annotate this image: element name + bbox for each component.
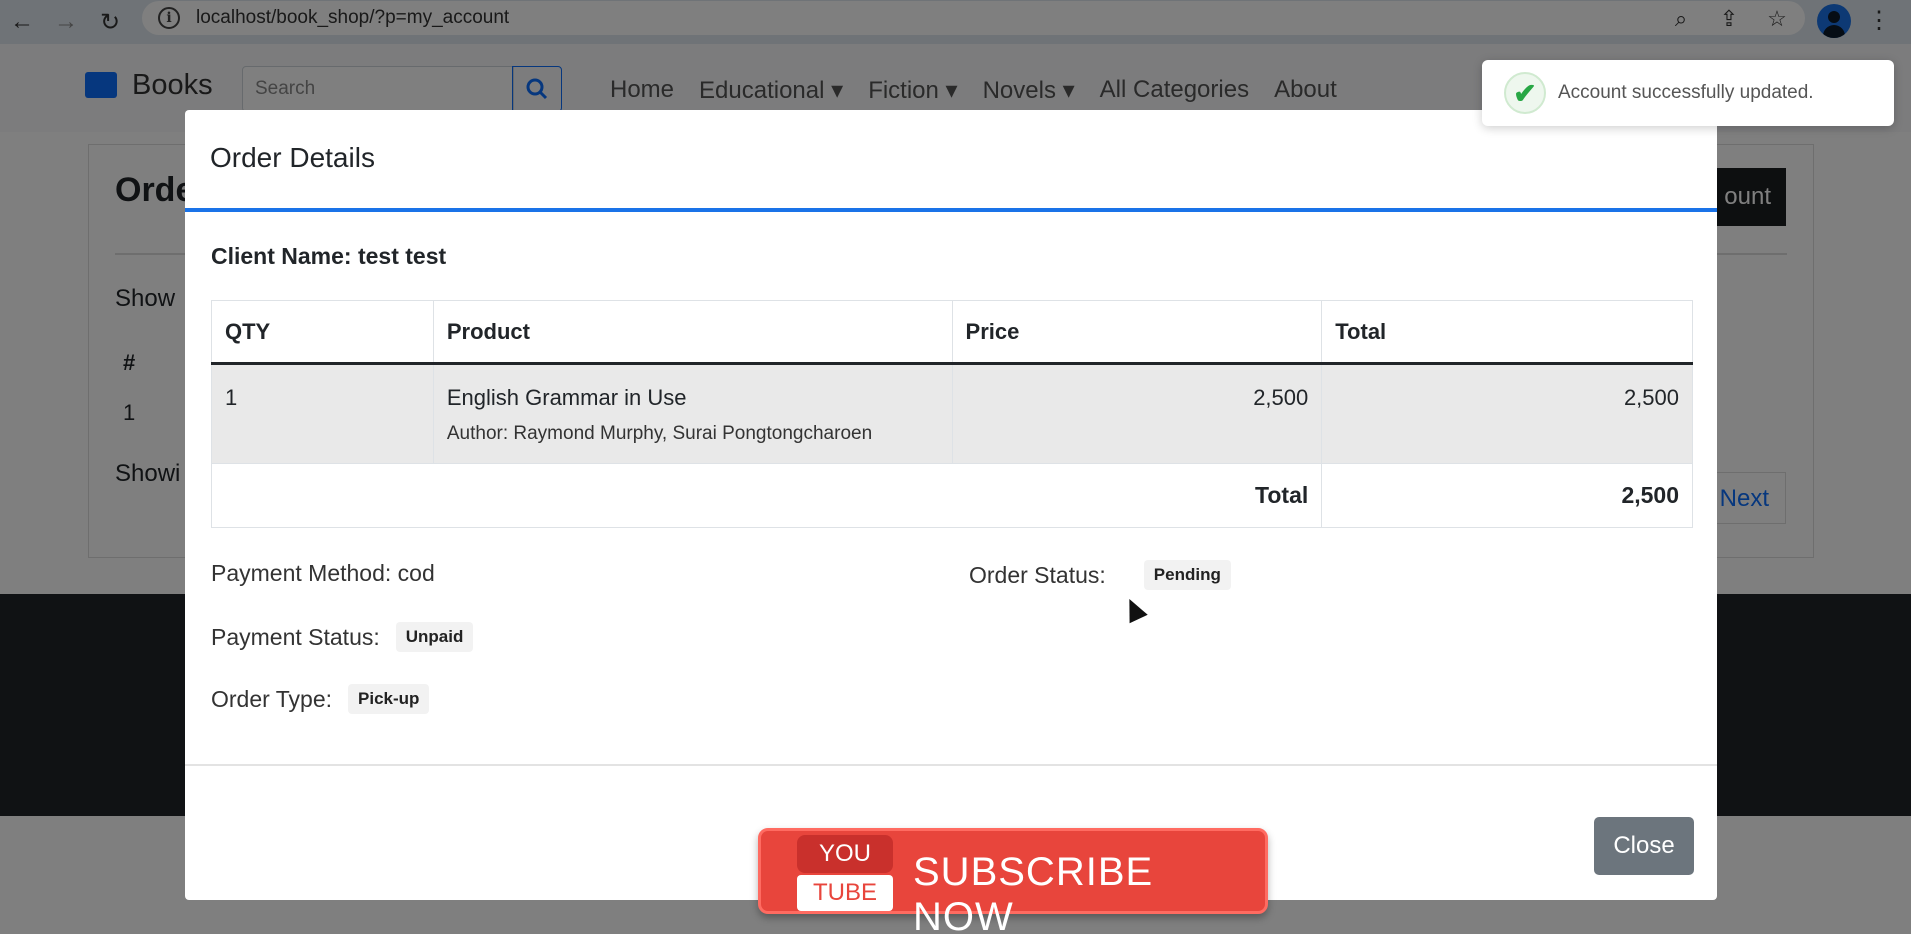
- payment-method-text: Payment Method: cod: [211, 560, 435, 587]
- payment-status-label: Payment Status:: [211, 623, 380, 650]
- table-total-row: Total 2,500: [210, 463, 1693, 528]
- item-total: 2,500: [1321, 363, 1693, 464]
- order-status: Order Status: Pending: [969, 560, 1231, 590]
- youtube-tube-label: TUBE: [797, 875, 893, 911]
- order-items-table: QTY Product Price Total 1 English Gramma…: [210, 300, 1693, 528]
- modal-footer-divider: [185, 764, 1717, 766]
- order-type-badge: Pick-up: [348, 684, 430, 714]
- item-price: 2,500: [951, 363, 1323, 464]
- grand-total-label: Total: [210, 463, 1323, 528]
- payment-method-label: Payment Method:: [211, 560, 392, 586]
- modal-title: Order Details: [210, 142, 375, 173]
- modal-header-accent: [185, 208, 1717, 212]
- order-status-label: Order Status:: [969, 561, 1106, 588]
- column-header-qty: QTY: [211, 300, 434, 365]
- toast-message: Account successfully updated.: [1558, 82, 1814, 103]
- column-header-price: Price: [951, 300, 1323, 365]
- close-button[interactable]: Close: [1594, 817, 1694, 875]
- youtube-subscribe-banner[interactable]: YOU TUBE SUBSCRIBE NOW: [758, 828, 1268, 934]
- item-product-author: Author: Raymond Murphy, Surai Pongtongch…: [446, 423, 873, 444]
- order-type-label: Order Type:: [211, 685, 333, 712]
- success-toast: ✔ Account successfully updated.: [1482, 60, 1894, 126]
- payment-status: Payment Status: Unpaid: [211, 622, 474, 652]
- payment-method-value: cod: [397, 560, 435, 586]
- payment-method: Payment Method: cod: [211, 560, 435, 587]
- item-product-cell: English Grammar in Use Author: Raymond M…: [432, 363, 953, 464]
- order-type: Order Type: Pick-up: [211, 684, 430, 714]
- grand-total-value: 2,500: [1321, 463, 1693, 528]
- youtube-you-label: YOU: [797, 835, 893, 873]
- item-product-name: English Grammar in Use: [446, 385, 687, 410]
- client-name-label: Client Name:: [211, 243, 352, 269]
- order-status-badge: Pending: [1143, 560, 1231, 590]
- column-header-total: Total: [1321, 300, 1693, 365]
- column-header-product: Product: [432, 300, 953, 365]
- checkmark-icon: ✔: [1504, 72, 1546, 114]
- client-name: Client Name: test test: [211, 243, 446, 270]
- table-row: 1 English Grammar in Use Author: Raymond…: [211, 363, 1693, 464]
- item-qty: 1: [211, 363, 434, 464]
- payment-status-badge: Unpaid: [395, 622, 474, 652]
- client-name-value: test test: [357, 243, 447, 269]
- subscribe-now-text: SUBSCRIBE NOW: [913, 850, 1154, 934]
- order-details-modal: Order Details Client Name: test test QTY…: [185, 110, 1717, 900]
